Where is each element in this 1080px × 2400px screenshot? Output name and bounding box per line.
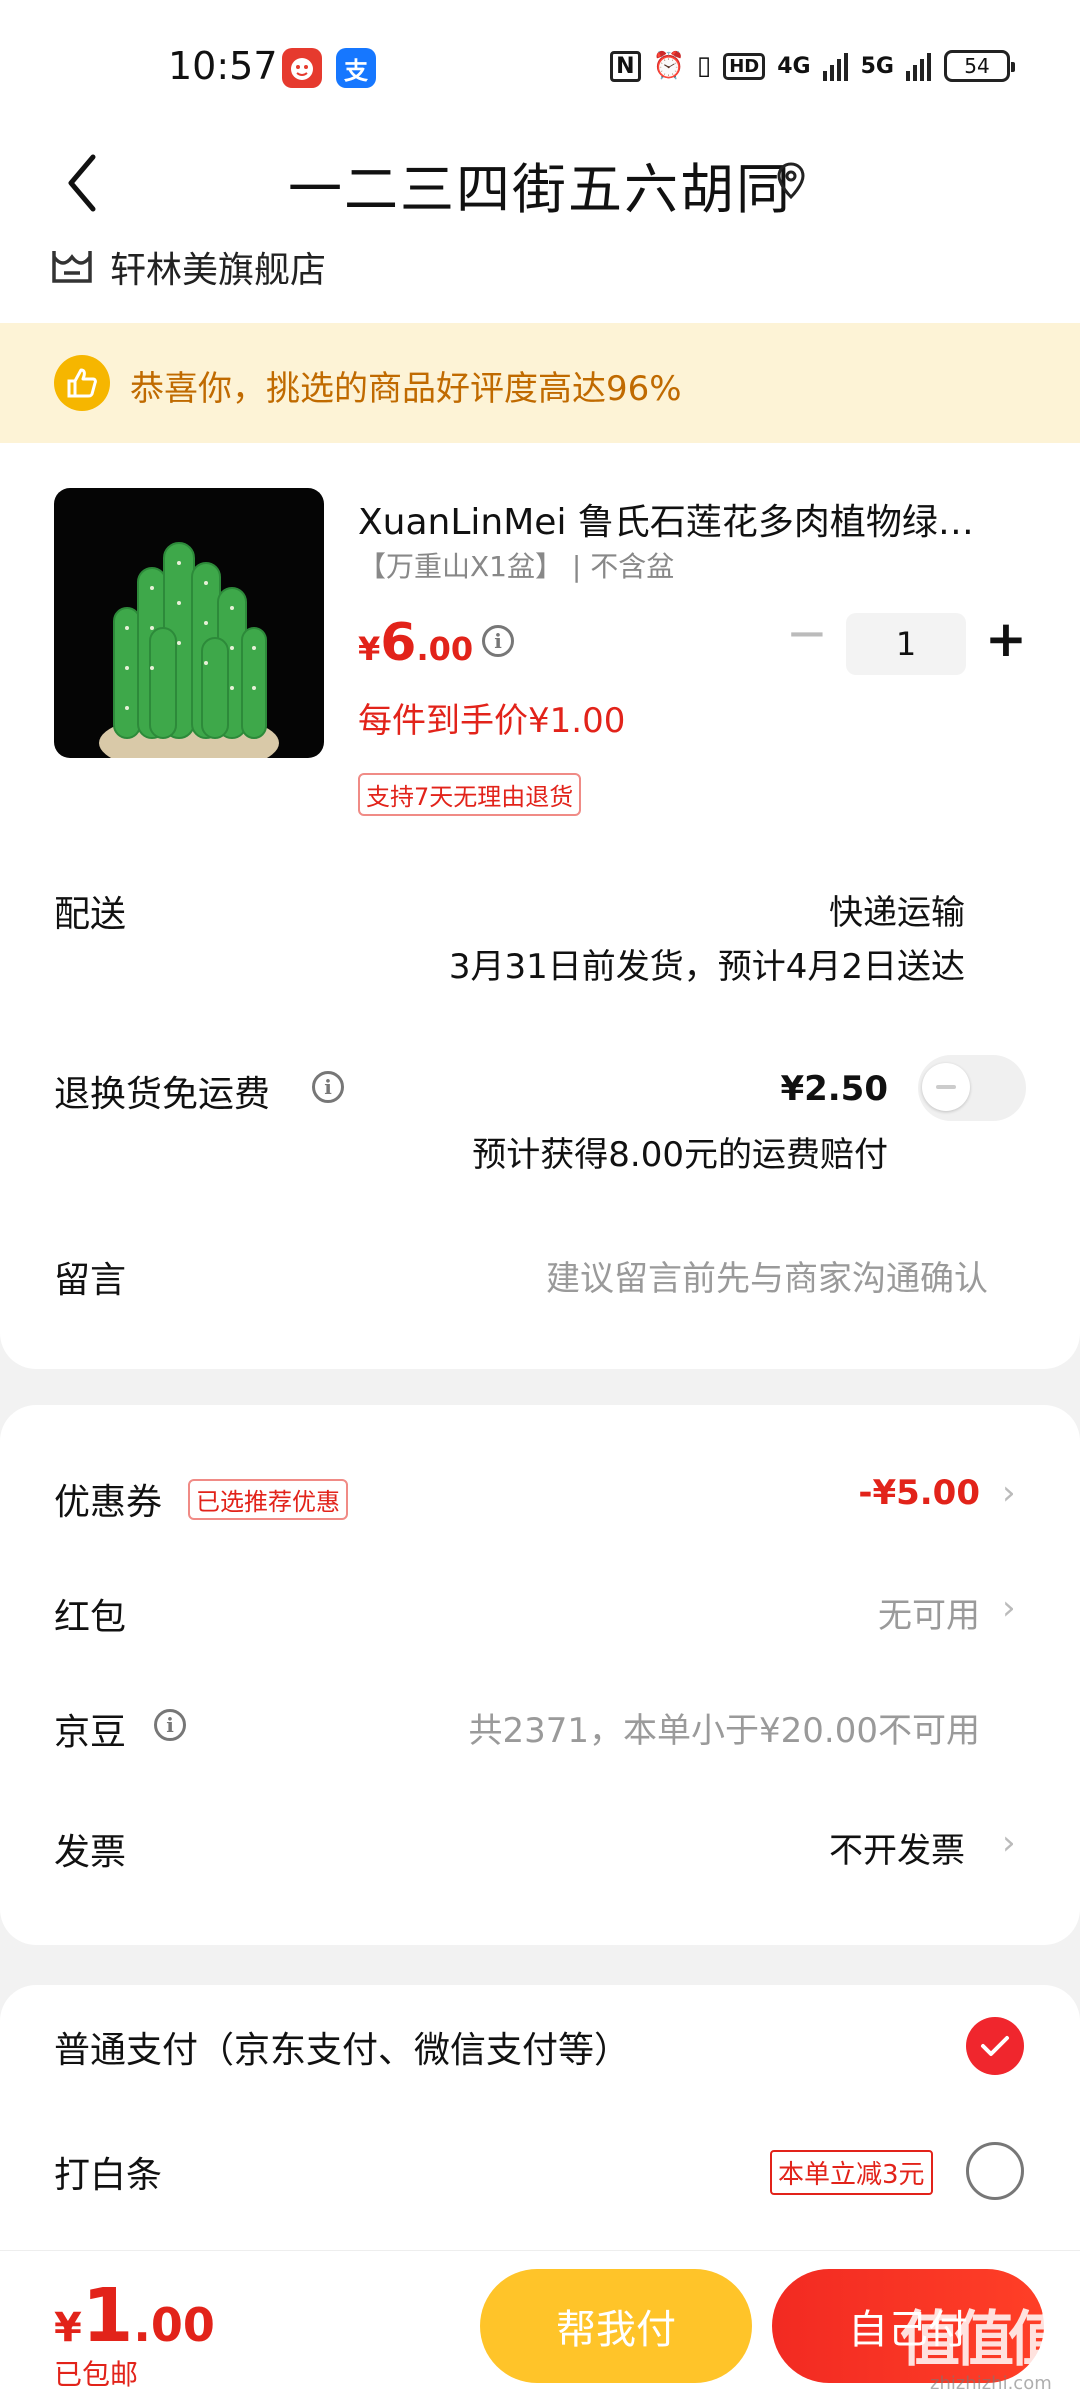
coupon-value: -¥5.00 [858, 1473, 980, 1513]
coupon-label: 优惠券 [54, 1482, 163, 1523]
jingdou-value: 共2371，本单小于¥20.00不可用 [468, 1711, 981, 1751]
help-pay-button[interactable]: 帮我付 [480, 2269, 752, 2383]
network-4g-icon: 4G [777, 53, 811, 79]
quantity-increase-button[interactable]: + [984, 609, 1028, 669]
baitiao-payment-option[interactable]: 打白条 本单立减3元 [0, 2110, 1080, 2230]
total-dec: .00 [133, 2298, 215, 2352]
discounts-card: 优惠券 已选推荐优惠 -¥5.00 › 红包 无可用 › 京豆 i 共2371，… [0, 1405, 1080, 1945]
total-int: 1 [81, 2273, 134, 2359]
quantity-input[interactable]: 1 [846, 613, 966, 675]
status-indicators: N ⏰ ▯ HD 4G 5G 54 [610, 44, 1015, 88]
order-item-card: XuanLinMei 鲁氏石莲花多肉植物绿… 【万重山X1盆】 | 不含盆 ¥6… [0, 443, 1080, 1369]
thumbs-up-icon [54, 355, 110, 411]
alarm-icon: ⏰ [652, 51, 685, 81]
return-shipping-info-icon[interactable]: i [312, 1071, 344, 1103]
per-item-price: 每件到手价¥1.00 [358, 701, 626, 741]
payment-card: 普通支付（京东支付、微信支付等） 打白条 本单立减3元 [0, 1985, 1080, 2250]
delivery-label: 配送 [54, 894, 127, 935]
chevron-right-icon: › [1002, 1473, 1016, 1513]
free-shipping-note: 已包邮 [54, 2358, 139, 2391]
jd-app-icon [282, 48, 322, 88]
product-spec[interactable]: 【万重山X1盆】 | 不含盆 [358, 545, 674, 585]
return-shipping-note: 预计获得8.00元的运费赔付 [472, 1135, 888, 1175]
invoice-label: 发票 [54, 1832, 127, 1873]
status-bar: 10:57 支 N ⏰ ▯ HD 4G 5G 54 [0, 0, 1080, 135]
status-time: 10:57 [168, 44, 278, 88]
invoice-value: 不开发票 [829, 1831, 965, 1871]
price-info-icon[interactable]: i [482, 625, 514, 657]
product-title[interactable]: XuanLinMei 鲁氏石莲花多肉植物绿… [358, 493, 1018, 545]
redpacket-value: 无可用 [878, 1596, 980, 1636]
product-image[interactable] [54, 488, 324, 758]
nfc-icon: N [610, 50, 641, 82]
product-price: ¥6.00 [358, 613, 473, 673]
store-row[interactable]: 轩林美旗舰店 [0, 235, 1080, 325]
jingdou-row[interactable]: 京豆 i 共2371，本单小于¥20.00不可用 [0, 1675, 1080, 1775]
location-pin-icon[interactable] [776, 161, 806, 201]
total-currency: ¥ [54, 2305, 82, 2351]
redpacket-row[interactable]: 红包 无可用 › [0, 1560, 1080, 1660]
normal-payment-option[interactable]: 普通支付（京东支付、微信支付等） [0, 1985, 1080, 2105]
checkmark-selected-icon[interactable] [966, 2017, 1024, 2075]
alipay-icon: 支 [336, 48, 376, 88]
battery-icon: 54 [944, 50, 1015, 82]
total-price: ¥1.00 [54, 2273, 215, 2359]
chevron-right-icon: › [1002, 1588, 1016, 1628]
message-label: 留言 [54, 1260, 127, 1301]
price-currency: ¥ [358, 630, 381, 668]
message-input[interactable]: 建议留言前先与商家沟通确认 [546, 1251, 988, 1300]
chevron-right-icon: › [1002, 1823, 1016, 1863]
delivery-eta: 3月31日前发货，预计4月2日送达 [448, 947, 965, 987]
store-name: 轩林美旗舰店 [110, 250, 327, 291]
coupon-recommend-tag: 已选推荐优惠 [188, 1479, 348, 1520]
checkout-bar: ¥1.00 已包邮 帮我付 自己付 值值值 zhizhizhi.com [0, 2250, 1080, 2400]
vibrate-icon: ▯ [696, 51, 712, 81]
toggle-knob [922, 1063, 970, 1111]
watermark-logo: 值值值 [900, 2305, 1068, 2375]
network-5g-icon: 5G [860, 53, 894, 79]
return-shipping-price: ¥2.50 [780, 1069, 888, 1109]
coupon-row[interactable]: 优惠券 已选推荐优惠 -¥5.00 › [0, 1445, 1080, 1545]
banner-text: 恭喜你，挑选的商品好评度高达96% [130, 369, 682, 409]
invoice-row[interactable]: 发票 不开发票 › [0, 1795, 1080, 1895]
watermark-url: zhizhizhi.com [930, 2373, 1052, 2394]
delivery-method[interactable]: 快递运输 [829, 885, 965, 934]
price-dec: .00 [416, 630, 474, 668]
signal-icon [822, 53, 848, 81]
price-int: 6 [380, 613, 417, 673]
baitiao-label: 打白条 [54, 2155, 163, 2196]
radio-unselected-icon[interactable] [966, 2142, 1024, 2200]
signal-5g-icon [906, 53, 931, 81]
good-review-banner: 恭喜你，挑选的商品好评度高达96% [0, 323, 1080, 443]
normal-payment-label: 普通支付（京东支付、微信支付等） [54, 2030, 631, 2071]
redpacket-label: 红包 [54, 1597, 127, 1638]
quantity-decrease-button[interactable]: − [786, 608, 828, 658]
baitiao-discount-tag: 本单立减3元 [770, 2150, 933, 2195]
jingdou-info-icon[interactable]: i [154, 1709, 186, 1741]
return-policy-tag: 支持7天无理由退货 [358, 773, 582, 816]
header: 一二三四街五六胡同 [0, 135, 1080, 235]
return-shipping-label: 退换货免运费 [54, 1074, 271, 1115]
store-icon [50, 247, 94, 287]
address-title[interactable]: 一二三四街五六胡同 [0, 145, 1080, 224]
return-shipping-toggle[interactable] [918, 1055, 1026, 1121]
hd-icon: HD [723, 52, 766, 80]
jingdou-label: 京豆 [54, 1712, 127, 1753]
